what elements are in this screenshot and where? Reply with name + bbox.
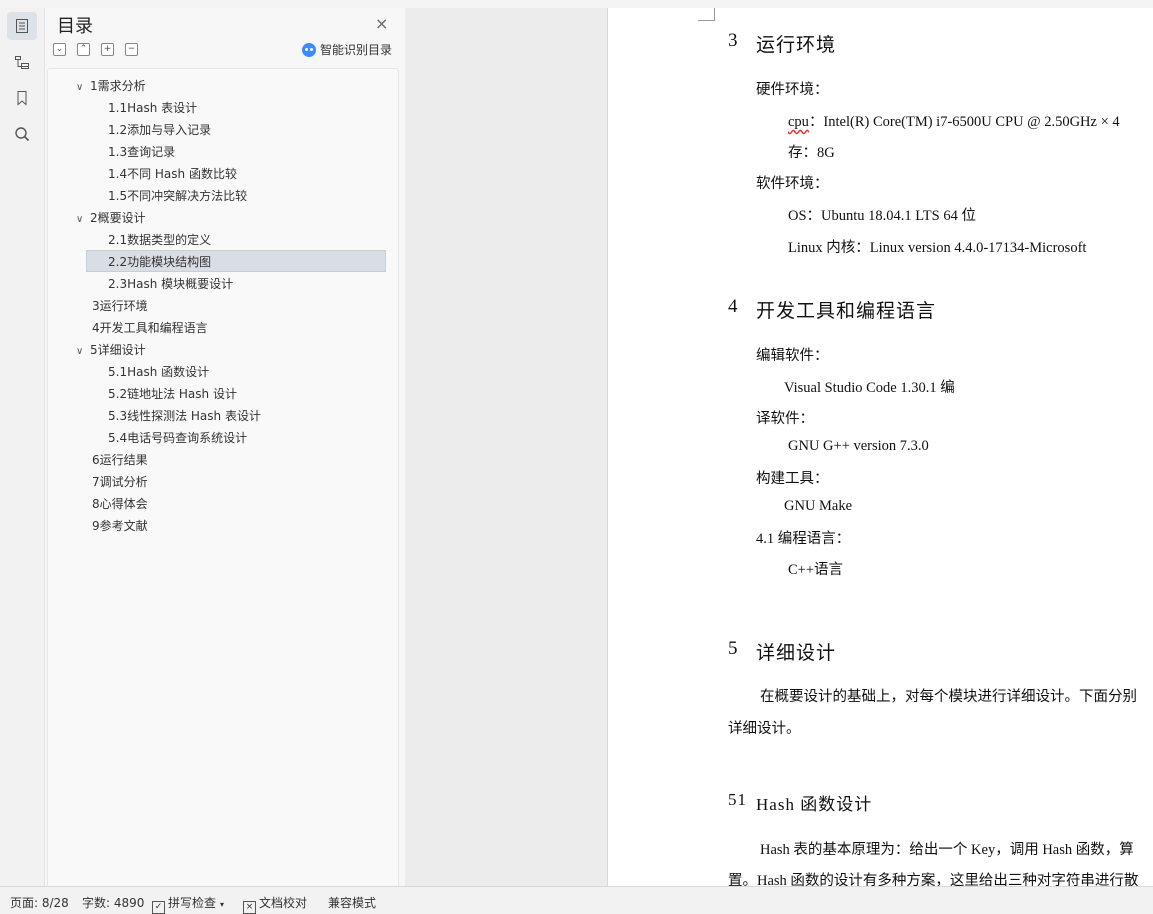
word-count[interactable]: 字数: 4890	[82, 894, 144, 911]
add-heading-icon[interactable]: +	[101, 43, 114, 56]
paragraph-line: 在概要设计的基础上，对每个模块进行详细设计。下面分别	[760, 689, 1137, 705]
hardware-label: 硬件环境：	[756, 82, 829, 98]
close-icon[interactable]: ×	[375, 14, 388, 33]
expand-all-icon[interactable]: ⌄	[53, 43, 66, 56]
toc-item[interactable]: 1.5不同冲突解决方法比较	[108, 185, 247, 207]
software-label: 软件环境：	[756, 176, 829, 192]
heading-number: 51	[728, 790, 747, 809]
smart-toc-button[interactable]: 智能识别目录	[302, 41, 392, 58]
toc-item[interactable]: 5.3线性探测法 Hash 表设计	[108, 405, 261, 427]
paragraph-line: 详细设计。	[728, 721, 801, 737]
cpu-line: cpu：Intel(R) Core(TM) i7-6500U CPU @ 2.5…	[788, 114, 1120, 130]
heading-number: 3	[728, 30, 739, 51]
toc-item[interactable]: 2.1数据类型的定义	[108, 229, 211, 251]
bookmark-icon[interactable]	[7, 84, 37, 112]
toc-item[interactable]: 7调试分析	[92, 471, 148, 493]
language-line: C++语言	[788, 562, 844, 578]
toc-item[interactable]: 3运行环境	[92, 295, 148, 317]
outline-icon[interactable]	[7, 48, 37, 76]
toc-item-selected[interactable]: 2.2功能模块结构图	[86, 250, 386, 272]
smart-toc-label: 智能识别目录	[320, 43, 393, 57]
toc-item[interactable]: 5.2链地址法 Hash 设计	[108, 383, 237, 405]
kernel-line: Linux 内核：Linux version 4.4.0-17134-Micro…	[788, 240, 1087, 256]
proofread-button[interactable]: × 文档校对	[243, 894, 307, 914]
toc-title: 目录	[57, 16, 93, 37]
toc-item[interactable]: 1.4不同 Hash 函数比较	[108, 163, 237, 185]
toc-list: ∨ 1需求分析 1.1Hash 表设计 1.2添加与导入记录 1.3查询记录 1.…	[47, 68, 399, 888]
search-icon[interactable]	[7, 120, 37, 148]
chevron-down-icon[interactable]: ∨	[76, 341, 90, 363]
os-line: OS：Ubuntu 18.04.1 LTS 64 位	[788, 208, 976, 224]
spell-error-word[interactable]: cpu	[788, 114, 809, 130]
toc-item[interactable]: ∨ 1需求分析	[76, 75, 146, 97]
toc-panel: 目录 × ⌄ ⌃ + − 智能识别目录 ∨ 1需求分析 1.1Hash 表设计 1…	[45, 8, 405, 888]
build-label: 构建工具：	[756, 471, 829, 487]
paragraph-line: Hash 表的基本原理为：给出一个 Key，调用 Hash 函数，算	[760, 842, 1134, 858]
remove-heading-icon[interactable]: −	[125, 43, 138, 56]
workspace-background	[405, 8, 607, 886]
chevron-down-icon: ▾	[220, 900, 225, 909]
toc-item[interactable]: 5.1Hash 函数设计	[108, 361, 209, 383]
heading-number: 5	[728, 638, 739, 659]
page-corner-mark	[698, 8, 715, 21]
compiler-line: GNU G++ version 7.3.0	[788, 438, 929, 454]
paragraph-line: 置。Hash 函数的设计有多种方案，这里给出三种对字符串进行散	[728, 873, 1139, 886]
toc-item[interactable]: ∨ 2概要设计	[76, 207, 146, 229]
document-page[interactable]: 3 运行环境 硬件环境： cpu：Intel(R) Core(TM) i7-65…	[607, 8, 1153, 886]
toc-item[interactable]: 1.3查询记录	[108, 141, 175, 163]
toc-icon[interactable]	[7, 12, 37, 40]
heading-number: 4	[728, 296, 739, 317]
toc-item[interactable]: 4开发工具和编程语言	[92, 317, 208, 339]
toc-item[interactable]: 9参考文献	[92, 515, 148, 537]
memory-line: 存：8G	[788, 145, 835, 161]
page-indicator[interactable]: 页面: 8/28	[10, 894, 69, 911]
toc-item[interactable]: 2.3Hash 模块概要设计	[108, 273, 233, 295]
spell-check-button[interactable]: ✓ 拼写检查 ▾	[152, 894, 224, 914]
heading-5-1: Hash 函数设计	[756, 795, 873, 814]
heading-4: 开发工具和编程语言	[756, 301, 937, 322]
editor-label: 编辑软件：	[756, 348, 829, 364]
status-bar: 页面: 8/28 字数: 4890 ✓ 拼写检查 ▾ × 文档校对 兼容模式	[0, 886, 1153, 914]
language-label: 4.1 编程语言：	[756, 531, 851, 547]
heading-3: 运行环境	[756, 35, 837, 56]
proofread-icon: ×	[243, 901, 256, 914]
compiler-label: 译软件：	[756, 411, 814, 427]
toc-item[interactable]: 1.1Hash 表设计	[108, 97, 197, 119]
toc-item[interactable]: 8心得体会	[92, 493, 148, 515]
toc-item[interactable]: 5.4电话号码查询系统设计	[108, 427, 247, 449]
toc-item[interactable]: 1.2添加与导入记录	[108, 119, 211, 141]
toc-item[interactable]: ∨ 5详细设计	[76, 339, 146, 361]
heading-5: 详细设计	[756, 643, 837, 664]
navigation-rail	[0, 8, 45, 886]
checkbox-icon: ✓	[152, 901, 165, 914]
editor-line: Visual Studio Code 1.30.1 编	[784, 380, 955, 396]
chevron-down-icon[interactable]: ∨	[76, 77, 90, 99]
compat-mode: 兼容模式	[328, 896, 377, 910]
chevron-down-icon[interactable]: ∨	[76, 209, 90, 231]
robot-icon	[302, 42, 316, 57]
toc-item[interactable]: 6运行结果	[92, 449, 148, 471]
build-line: GNU Make	[784, 498, 853, 514]
collapse-all-icon[interactable]: ⌃	[77, 43, 90, 56]
